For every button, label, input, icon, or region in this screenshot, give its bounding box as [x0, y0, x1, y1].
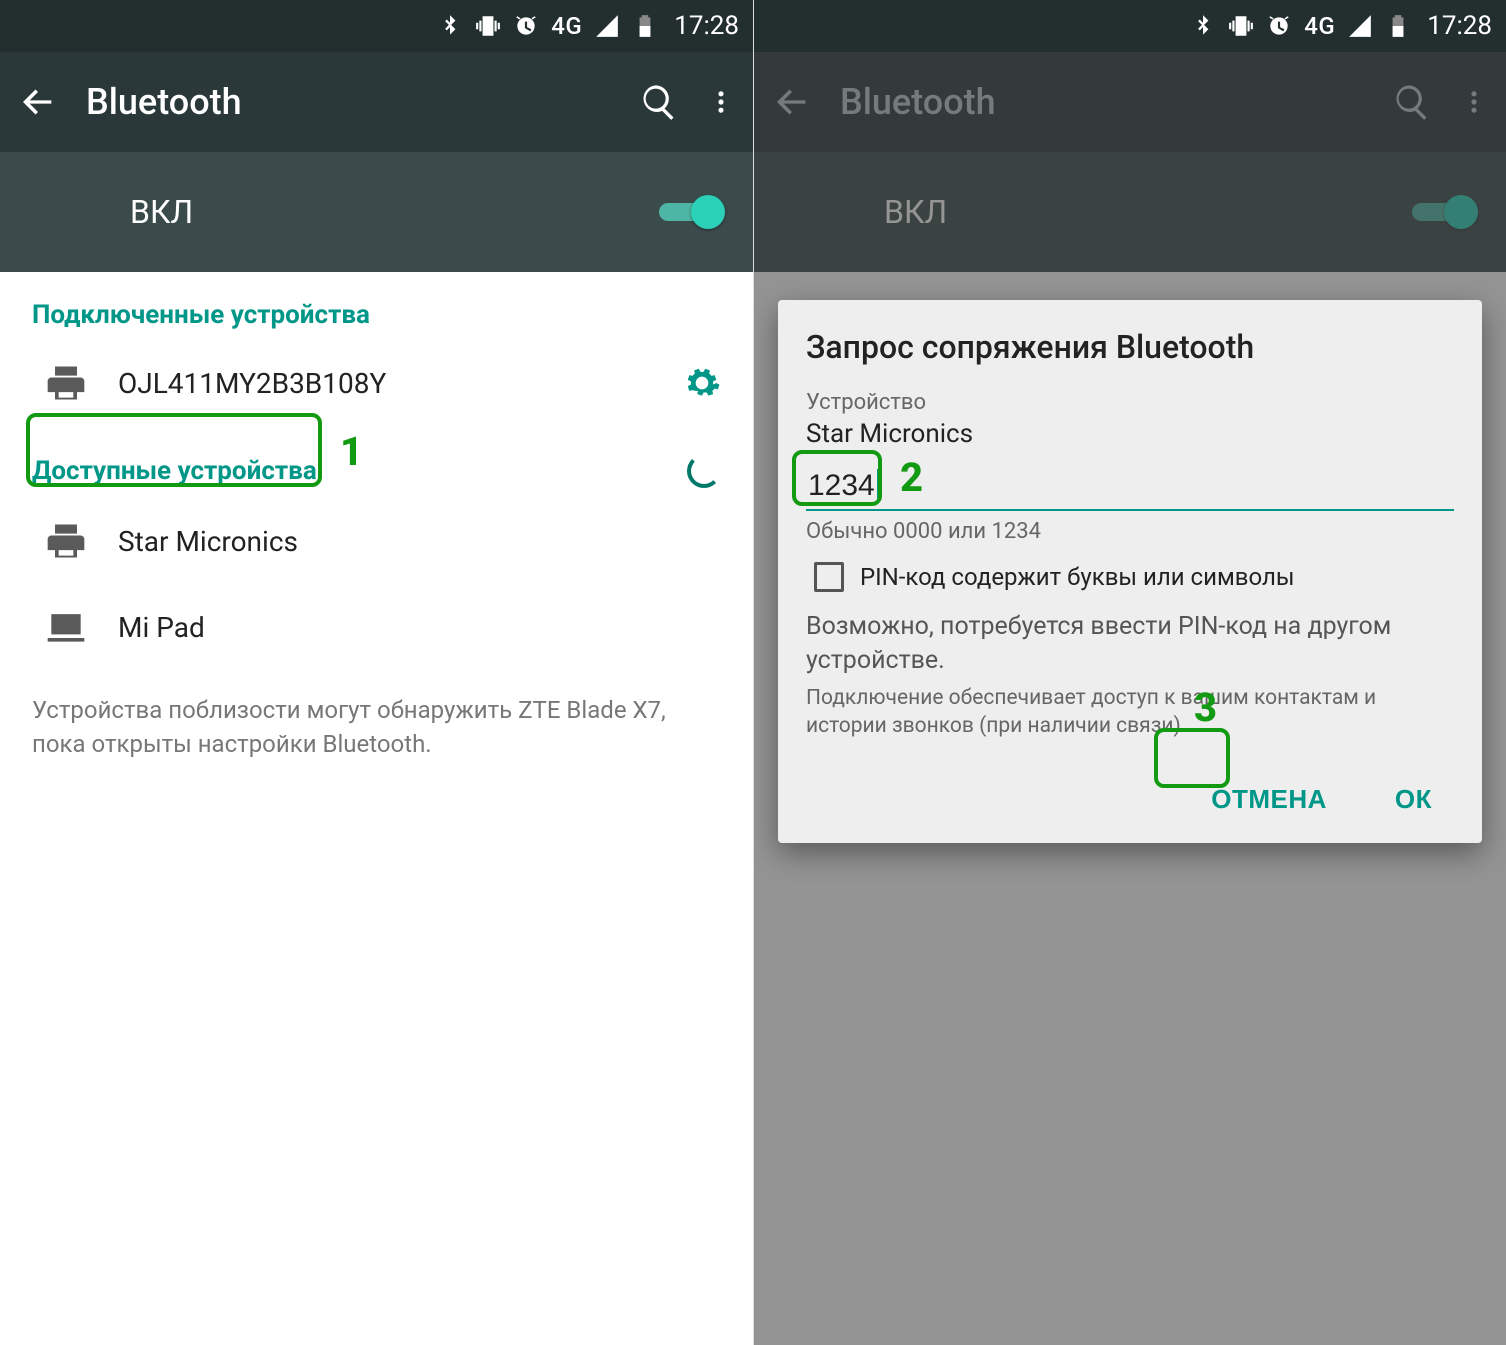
scanning-spinner-icon: [687, 454, 721, 488]
annotation-number-2: 2: [900, 454, 923, 501]
clock-label: 17:28: [674, 11, 739, 41]
section-connected-label: Подключенные устройства: [32, 300, 370, 330]
alphanumeric-pin-checkbox-row[interactable]: PIN-код содержит буквы или символы: [814, 562, 1454, 592]
network-4g-label: 4G: [1304, 12, 1335, 40]
device-field-label: Устройство: [806, 390, 1454, 415]
dialog-title: Запрос сопряжения Bluetooth: [806, 328, 1454, 366]
alarm-icon: [513, 13, 539, 39]
bluetooth-icon: [437, 13, 463, 39]
clock-label: 17:28: [1427, 11, 1492, 41]
network-4g-label: 4G: [551, 12, 582, 40]
back-icon[interactable]: [18, 82, 58, 122]
dialog-note: Возможно, потребуется ввести PIN-код на …: [806, 610, 1454, 678]
discoverable-footnote: Устройства поблизости могут обнаружить Z…: [0, 670, 753, 785]
vibrate-icon: [1228, 13, 1254, 39]
screen-left: 4G 17:28 Bluetooth ВКЛ Подключенные устр…: [0, 0, 753, 1345]
printer-icon: [44, 519, 88, 563]
battery-icon: [1385, 13, 1411, 39]
app-bar: Bluetooth: [0, 52, 753, 152]
connected-device-row[interactable]: OJL411MY2B3B108Y: [0, 340, 753, 426]
device-list: Подключенные устройства OJL411MY2B3B108Y…: [0, 272, 753, 785]
status-bar: 4G 17:28: [0, 0, 753, 52]
device-name-label: OJL411MY2B3B108Y: [118, 367, 653, 400]
device-name-label: Mi Pad: [118, 611, 721, 644]
overflow-menu-icon[interactable]: [707, 82, 735, 122]
signal-icon: [1347, 13, 1373, 39]
alarm-icon: [1266, 13, 1292, 39]
device-name-label: Star Micronics: [118, 525, 721, 558]
bluetooth-switch[interactable]: [659, 195, 725, 229]
signal-icon: [594, 13, 620, 39]
dialog-subnote: Подключение обеспечивает доступ к вашим …: [806, 684, 1454, 741]
text-caret: [877, 469, 879, 503]
annotation-number-3: 3: [1194, 684, 1217, 731]
page-title: Bluetooth: [86, 81, 611, 123]
bluetooth-toggle-row[interactable]: ВКЛ: [0, 152, 753, 272]
available-device-row[interactable]: Star Micronics: [0, 498, 753, 584]
checkbox-label: PIN-код содержит буквы или символы: [860, 563, 1294, 591]
section-available-label: Доступные устройства: [32, 456, 317, 486]
laptop-icon: [44, 605, 88, 649]
toggle-label: ВКЛ: [130, 193, 659, 231]
ok-button[interactable]: ОК: [1373, 770, 1454, 829]
gear-icon[interactable]: [683, 364, 721, 402]
screen-right: 4G 17:28 Bluetooth ВКЛ Подключенные устр…: [753, 0, 1506, 1345]
printer-icon: [44, 361, 88, 405]
bluetooth-icon: [1190, 13, 1216, 39]
available-device-row[interactable]: Mi Pad: [0, 584, 753, 670]
pairing-dialog: Запрос сопряжения Bluetooth Устройство S…: [778, 300, 1482, 843]
checkbox-icon[interactable]: [814, 562, 844, 592]
annotation-number-1: 1: [340, 428, 363, 475]
dialog-actions: ОТМЕНА ОК: [806, 764, 1454, 829]
status-bar: 4G 17:28: [754, 0, 1506, 52]
pin-hint-label: Обычно 0000 или 1234: [806, 519, 1454, 544]
section-available-header: Доступные устройства: [0, 426, 753, 498]
section-connected-header: Подключенные устройства: [0, 272, 753, 340]
cancel-button[interactable]: ОТМЕНА: [1189, 770, 1349, 829]
device-name-value: Star Micronics: [806, 419, 1454, 449]
battery-icon: [632, 13, 658, 39]
vibrate-icon: [475, 13, 501, 39]
search-icon[interactable]: [639, 82, 679, 122]
